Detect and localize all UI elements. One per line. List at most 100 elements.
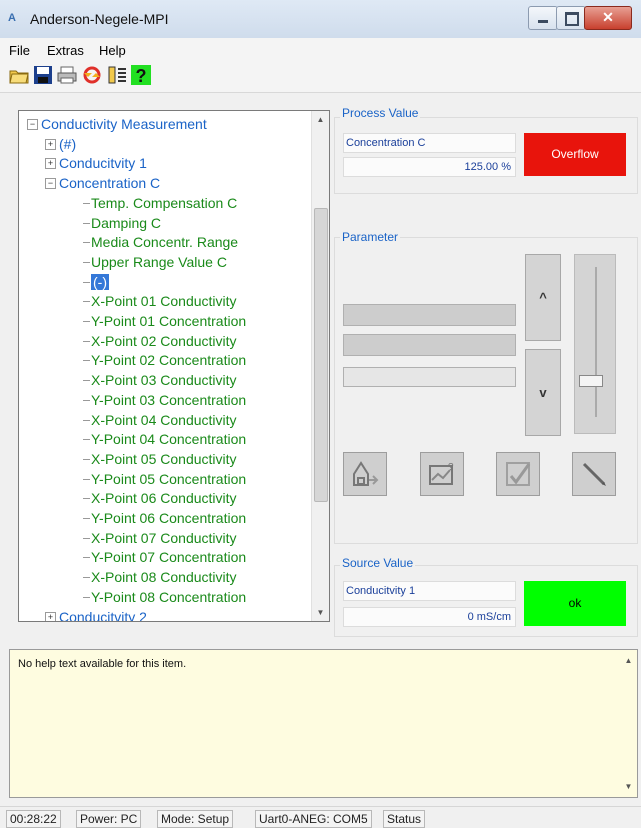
tree-item-label: (#) <box>59 135 77 152</box>
maximize-button[interactable] <box>556 6 586 30</box>
close-button[interactable]: ✕ <box>584 6 632 30</box>
tree-item-label: X-Point 04 Conductivity <box>91 411 237 428</box>
tree-item-label: Y-Point 01 Concentration <box>91 313 247 329</box>
tree-item[interactable]: Y-Point 08 Concentration <box>83 587 246 607</box>
status-bar: 00:28:22 Power: PC Mode: Setup Uart0-ANE… <box>0 806 641 828</box>
expand-icon[interactable]: + <box>45 611 56 621</box>
tree-item-label: Y-Point 03 Concentration <box>91 391 247 408</box>
edit-chart-button[interactable]: ? <box>420 452 464 496</box>
collapse-icon[interactable]: − <box>27 119 38 130</box>
tree-item[interactable]: + Conducitvity 2 <box>45 607 147 622</box>
tree-item[interactable]: Y-Point 07 Concentration <box>83 547 247 567</box>
help-pane[interactable]: No help text available for this item. ▲ … <box>9 649 638 798</box>
tree-item[interactable]: X-Point 06 Conductivity <box>83 488 237 508</box>
tree-item-label: Damping C <box>91 214 162 231</box>
expand-icon[interactable]: + <box>45 158 56 170</box>
tree-item[interactable]: − Conductivity Measurement <box>27 114 207 134</box>
print-icon[interactable] <box>56 64 78 86</box>
help-scroll-up-icon[interactable]: ▲ <box>620 652 637 669</box>
tree-item[interactable]: X-Point 01 Conductivity <box>83 291 237 311</box>
svg-text:?: ? <box>448 462 454 473</box>
tree-item-label: (-) <box>91 273 109 290</box>
tree-connector <box>83 537 90 539</box>
menu-extras[interactable]: Extras <box>47 43 84 58</box>
tree-item[interactable]: Y-Point 06 Concentration <box>83 508 246 528</box>
tree-item[interactable]: X-Point 07 Conductivity <box>83 528 237 548</box>
tree-connector <box>83 518 90 519</box>
process-value-name: Concentration C <box>343 133 516 153</box>
save-icon[interactable] <box>32 64 54 86</box>
status-time: 00:28:22 <box>6 810 61 828</box>
minimize-button[interactable] <box>528 6 558 30</box>
save-to-device-icon <box>353 461 379 486</box>
tree-item[interactable]: X-Point 04 Conductivity <box>83 410 237 430</box>
tree-item-label: Temp. Compensation C <box>91 194 238 211</box>
help-scrollbar[interactable]: ▲ ▼ <box>620 650 637 797</box>
parameter-input[interactable] <box>343 367 516 387</box>
tree-connector <box>83 498 90 500</box>
expand-icon[interactable]: + <box>45 138 56 150</box>
menu-bar: File Extras Help <box>0 38 641 60</box>
scroll-thumb[interactable] <box>314 208 328 502</box>
tree-item[interactable]: Damping C <box>83 213 162 233</box>
window-title: Anderson-Negele-MPI <box>30 11 169 27</box>
menu-file[interactable]: File <box>9 43 30 58</box>
tree-connector <box>83 419 90 421</box>
tree-item[interactable]: Y-Point 05 Concentration <box>83 469 246 489</box>
tree-item[interactable]: X-Point 03 Conductivity <box>83 370 237 390</box>
main-content: − Conductivity Measurement + (#) + Conducitvi… <box>0 93 641 805</box>
value-slider[interactable] <box>574 254 616 434</box>
decrement-button[interactable]: v <box>525 349 561 436</box>
collapse-icon[interactable]: − <box>45 178 56 190</box>
tree-item[interactable]: X-Point 08 Conductivity <box>83 567 237 587</box>
tree-item-label: Y-Point 04 Concentration <box>91 431 247 448</box>
maximize-icon <box>565 12 579 26</box>
tree-item[interactable]: Y-Point 03 Concentration <box>83 390 247 410</box>
source-value-status: ok <box>524 581 626 626</box>
minimize-icon <box>538 20 548 23</box>
tree-item-label: X-Point 08 Conductivity <box>91 569 237 586</box>
tree-item-label: X-Point 05 Conductivity <box>91 450 237 467</box>
tree-item-label: Conducitvity 2 <box>59 608 147 622</box>
tree-scrollbar[interactable]: ▲ ▼ <box>311 111 329 621</box>
scroll-down-icon[interactable]: ▼ <box>312 604 329 621</box>
edit-chart-icon: ? <box>429 462 454 485</box>
tree-item[interactable]: + Conducitvity 1 <box>45 153 147 173</box>
save-to-device-button[interactable] <box>343 452 387 496</box>
edit-pen-button[interactable] <box>572 452 616 496</box>
tree-item-label: X-Point 02 Conductivity <box>91 332 237 349</box>
tree-item[interactable]: Upper Range Value C <box>83 252 227 272</box>
confirm-button[interactable] <box>496 452 540 496</box>
tree-item-label: X-Point 01 Conductivity <box>91 293 237 310</box>
tree-item[interactable]: + (#) <box>45 134 77 154</box>
tree-item[interactable]: − Concentration C <box>45 173 160 193</box>
tree-item[interactable]: X-Point 02 Conductivity <box>83 331 237 351</box>
tree-item-label: Y-Point 07 Concentration <box>91 549 247 566</box>
tree-item[interactable]: Y-Point 04 Concentration <box>83 429 247 449</box>
parameter-title: Parameter <box>340 230 401 244</box>
process-value-value: 125.00 % <box>343 157 516 177</box>
tree-item-label: Upper Range Value C <box>91 253 227 270</box>
tree-connector <box>83 202 90 204</box>
tree-item[interactable]: (-) <box>83 272 109 292</box>
tree-item[interactable]: X-Point 05 Conductivity <box>83 449 237 469</box>
tree-item[interactable]: Media Concentr. Range <box>83 232 238 252</box>
tree-connector <box>83 222 90 224</box>
increment-button[interactable]: ^ <box>525 254 561 341</box>
device-config-icon[interactable] <box>106 64 128 86</box>
slider-thumb[interactable] <box>579 375 603 387</box>
tree-item[interactable]: Temp. Compensation C <box>83 193 238 213</box>
open-folder-icon[interactable] <box>8 64 30 86</box>
scroll-up-icon[interactable]: ▲ <box>312 111 329 128</box>
tree-item[interactable]: Y-Point 02 Concentration <box>83 350 247 370</box>
parameter-field-1 <box>343 304 516 326</box>
help-text: No help text available for this item. <box>18 658 187 670</box>
tree-item[interactable]: Y-Point 01 Concentration <box>83 311 247 331</box>
svg-text:?: ? <box>136 66 147 86</box>
refresh-icon[interactable] <box>81 64 103 86</box>
help-icon[interactable]: ? <box>130 64 152 86</box>
tree-item-label: Y-Point 02 Concentration <box>91 352 247 369</box>
parameter-tree[interactable]: − Conductivity Measurement + (#) + Conducitvi… <box>18 110 330 622</box>
help-scroll-down-icon[interactable]: ▼ <box>620 778 637 795</box>
menu-help[interactable]: Help <box>99 43 126 58</box>
